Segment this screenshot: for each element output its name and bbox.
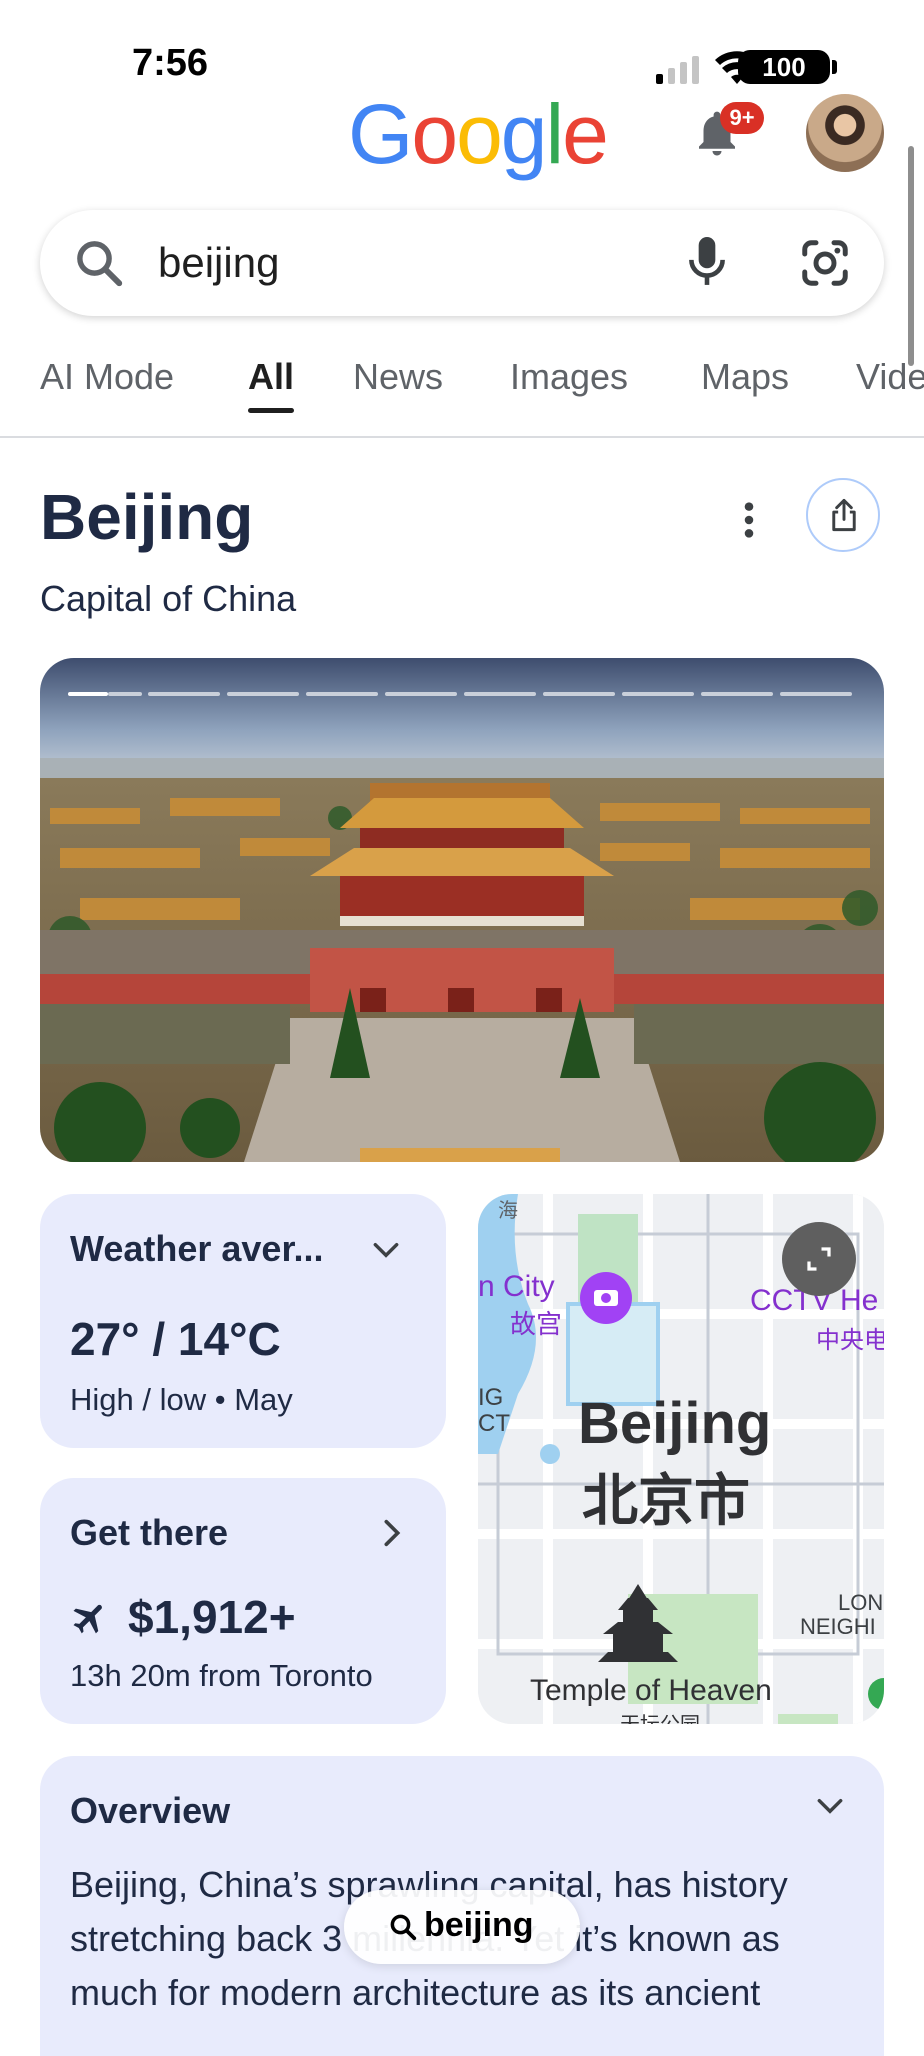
logo-letter-1: o	[411, 87, 458, 181]
get-there-title: Get there	[70, 1512, 229, 1553]
google-lens-icon[interactable]	[798, 236, 852, 290]
tab-images[interactable]: Images	[510, 356, 628, 398]
map-city-name-cn: 北京市	[582, 1469, 750, 1532]
carousel-indicator-active	[68, 692, 108, 696]
tab-all[interactable]: All	[248, 356, 294, 398]
carousel-indicator-1	[108, 692, 142, 696]
overview-title: Overview	[70, 1790, 231, 1831]
carousel-indicator-6	[464, 692, 536, 696]
battery-tip	[832, 60, 837, 74]
weather-card[interactable]: Weather aver... 27° / 14°C High / low • …	[40, 1194, 446, 1448]
carousel-indicator-7	[543, 692, 615, 696]
map-label-district-2: CT	[478, 1410, 510, 1437]
share-button[interactable]	[806, 478, 880, 552]
tab-news[interactable]: News	[353, 356, 443, 398]
map-city-name: Beijing	[578, 1391, 772, 1456]
flight-detail: 13h 20m from Toronto	[70, 1658, 373, 1693]
account-avatar[interactable]	[806, 94, 884, 172]
weather-card-title: Weather aver...	[70, 1228, 324, 1269]
weather-detail: High / low • May	[70, 1382, 293, 1417]
flight-price: $1,912+	[128, 1591, 296, 1643]
logo-letter-5: e	[562, 87, 609, 181]
carousel-indicator-5	[385, 692, 457, 696]
entity-title: Beijing	[40, 481, 254, 553]
carousel-indicator-3	[227, 692, 299, 696]
tab-ai-mode[interactable]: AI Mode	[40, 356, 174, 398]
map-label-temple-cn: 天坛公园	[620, 1708, 700, 1724]
search-icon	[77, 241, 123, 287]
search-icon	[390, 1914, 417, 1941]
search-input[interactable]: beijing	[158, 236, 279, 290]
share-icon	[832, 498, 856, 532]
expand-icon	[807, 1247, 831, 1271]
entity-subtitle: Capital of China	[40, 578, 297, 619]
google-logo[interactable]: Google	[348, 86, 609, 183]
logo-letter-3: g	[500, 87, 548, 181]
logo-letter-4: l	[545, 87, 565, 181]
active-tab-indicator	[248, 408, 294, 413]
carousel-indicator-10	[780, 692, 852, 696]
tabs-divider	[0, 436, 924, 438]
airplane-icon	[73, 1604, 102, 1634]
battery-indicator: 100	[738, 50, 830, 84]
hero-image-carousel[interactable]	[40, 658, 884, 1162]
map-label-forbidden-city-cn: 故宫	[510, 1309, 563, 1339]
signal-icon	[656, 56, 699, 84]
carousel-indicator-9	[701, 692, 773, 696]
logo-letter-2: o	[456, 87, 503, 181]
map-label-forbidden-city: n City	[478, 1270, 555, 1303]
map-label-lon: LON	[838, 1590, 884, 1615]
chevron-down-icon[interactable]	[370, 1238, 402, 1262]
map-label-district: IG	[478, 1384, 504, 1411]
scrollbar[interactable]	[908, 146, 914, 366]
map-label-neighborhood: NEIGHI	[800, 1614, 876, 1639]
more-options-icon[interactable]	[734, 500, 764, 540]
forbidden-city-photo	[40, 658, 884, 1162]
chevron-right-icon[interactable]	[380, 1516, 404, 1550]
microphone-icon[interactable]	[682, 232, 732, 292]
status-time: 7:56	[132, 42, 209, 84]
logo-letter-0: G	[348, 87, 413, 181]
get-there-card[interactable]: Get there $1,912+ 13h 20m from Toronto	[40, 1478, 446, 1724]
map-label-cctv-cn: 中央电	[816, 1327, 884, 1354]
carousel-indicator-2	[148, 692, 220, 696]
map-expand-button[interactable]	[782, 1222, 856, 1296]
chevron-down-icon[interactable]	[814, 1794, 846, 1818]
map-label-temple: Temple of Heaven	[530, 1674, 772, 1707]
floating-search-label[interactable]: beijing	[424, 1906, 534, 1945]
weather-temps: 27° / 14°C	[70, 1313, 281, 1365]
tab-maps[interactable]: Maps	[701, 356, 789, 398]
carousel-indicator-4	[306, 692, 378, 696]
carousel-indicator-8	[622, 692, 694, 696]
map-label-top: 海	[498, 1200, 518, 1222]
notification-badge: 9+	[720, 102, 764, 134]
